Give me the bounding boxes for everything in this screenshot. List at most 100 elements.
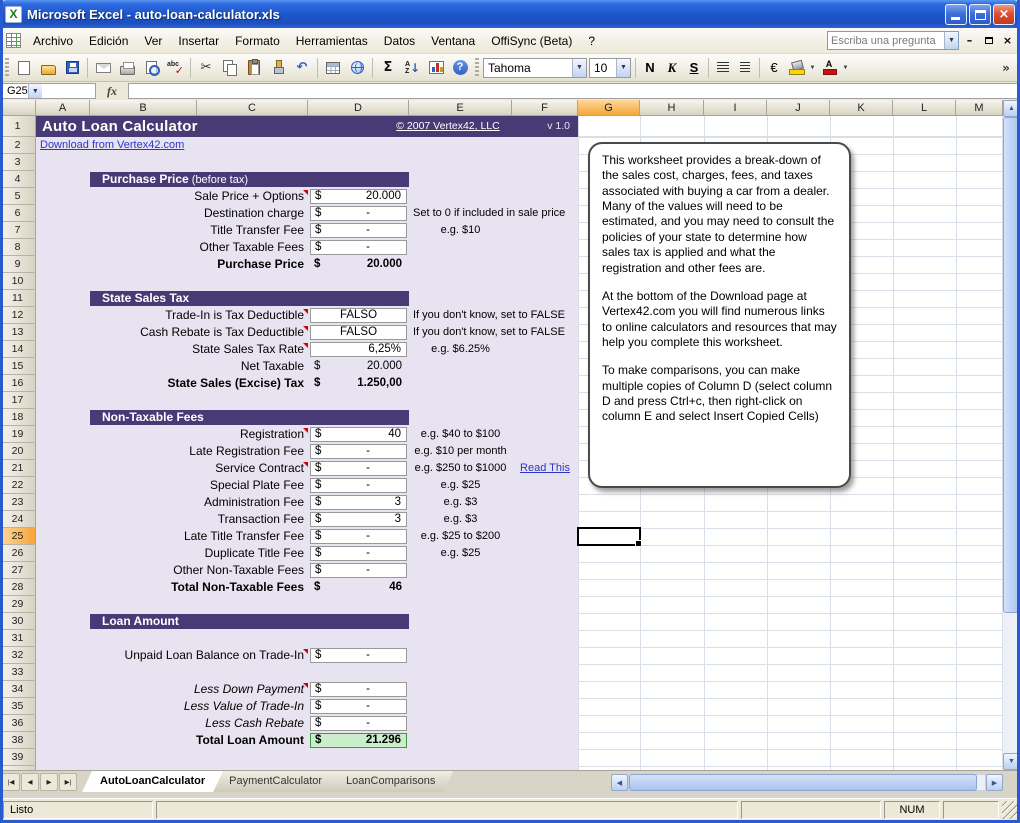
row-header-9[interactable]: 9 — [0, 256, 36, 273]
sale-price-options-input[interactable]: $20.000 — [310, 189, 407, 204]
scroll-up-button[interactable]: ▲ — [1003, 100, 1020, 117]
row-header-28[interactable]: 28 — [0, 579, 36, 596]
vertical-scroll-thumb[interactable] — [1003, 117, 1020, 613]
insert-function-button[interactable]: fx — [99, 83, 125, 99]
menu-insertar[interactable]: Insertar — [170, 30, 227, 52]
menu-datos[interactable]: Datos — [376, 30, 423, 52]
column-header-L[interactable]: L — [893, 100, 956, 116]
total-loan-amount-input[interactable]: $21.296 — [310, 733, 407, 748]
autosum-button[interactable] — [376, 56, 400, 80]
row-header-19[interactable]: 19 — [0, 426, 36, 443]
font-name-dropdown-icon[interactable]: ▼ — [572, 59, 586, 77]
special-plate-fee-input[interactable]: $- — [310, 478, 407, 493]
sheet-tab-autoloancalculator[interactable]: AutoLoanCalculator — [82, 771, 223, 792]
standard-toolbar-grip[interactable] — [5, 58, 9, 78]
copyright-link[interactable]: © 2007 Vertex42, LLC — [386, 116, 510, 137]
name-box[interactable]: G25 ▼ — [2, 83, 96, 99]
horizontal-scroll-thumb[interactable] — [629, 774, 977, 791]
column-header-C[interactable]: C — [197, 100, 308, 116]
row-header-20[interactable]: 20 — [0, 443, 36, 460]
help-button[interactable] — [448, 56, 472, 80]
column-header-K[interactable]: K — [830, 100, 893, 116]
column-header-G[interactable]: G — [578, 100, 640, 116]
print-button[interactable] — [115, 56, 139, 80]
select-all-corner[interactable] — [0, 100, 36, 116]
last-sheet-button[interactable]: ▶| — [59, 773, 77, 791]
toolbar-options-button[interactable]: » — [994, 56, 1018, 80]
row-header-11[interactable]: 11 — [0, 290, 36, 307]
open-folder-button[interactable] — [36, 56, 60, 80]
row-header-17[interactable]: 17 — [0, 392, 36, 409]
row-header-1[interactable]: 1 — [0, 116, 36, 137]
column-header-A[interactable]: A — [36, 100, 90, 116]
row-header-25[interactable]: 25 — [0, 528, 36, 545]
menu-offisync-beta[interactable]: OffiSync (Beta) — [483, 30, 580, 52]
sheet-tab-loancomparisons[interactable]: LoanComparisons — [328, 771, 453, 792]
fill-color-dropdown-icon[interactable]: ▼ — [807, 57, 818, 79]
fill-color-button[interactable] — [785, 57, 807, 79]
menu-herramientas[interactable]: Herramientas — [288, 30, 376, 52]
minimize-button[interactable] — [945, 4, 967, 25]
vertical-scroll-track[interactable] — [1003, 117, 1020, 753]
duplicate-title-fee-input[interactable]: $- — [310, 546, 407, 561]
service-contract-input[interactable]: $- — [310, 461, 407, 476]
font-size-dropdown-icon[interactable]: ▼ — [616, 59, 630, 77]
chart-wizard-button[interactable] — [424, 56, 448, 80]
administration-fee-input[interactable]: $3 — [310, 495, 407, 510]
new-document-button[interactable] — [12, 56, 36, 80]
column-header-J[interactable]: J — [767, 100, 830, 116]
font-color-button[interactable]: A — [818, 57, 840, 79]
format-painter-button[interactable] — [266, 56, 290, 80]
column-header-E[interactable]: E — [409, 100, 512, 116]
close-button[interactable]: × — [993, 4, 1015, 25]
horizontal-scroll-track[interactable] — [628, 774, 986, 791]
cash-rebate-is-tax-deductible-input[interactable]: FALSO — [310, 325, 407, 340]
menu-formato[interactable]: Formato — [227, 30, 288, 52]
row-header-26[interactable]: 26 — [0, 545, 36, 562]
destination-charge-input[interactable]: $- — [310, 206, 407, 221]
align-center-button[interactable] — [734, 57, 756, 79]
row-header-22[interactable]: 22 — [0, 477, 36, 494]
euro-style-button[interactable]: € — [763, 57, 785, 79]
row-header-12[interactable]: 12 — [0, 307, 36, 324]
selected-cell-G25[interactable] — [577, 527, 641, 546]
italic-button[interactable]: K — [661, 57, 683, 79]
other-taxable-fees-input[interactable]: $- — [310, 240, 407, 255]
name-box-dropdown-icon[interactable]: ▼ — [28, 84, 42, 98]
registration-input[interactable]: $40 — [310, 427, 407, 442]
row-header-39[interactable]: 39 — [0, 749, 36, 766]
row-header-34[interactable]: 34 — [0, 681, 36, 698]
menu-edici-n[interactable]: Edición — [81, 30, 136, 52]
copy-button[interactable] — [218, 56, 242, 80]
question-dropdown-icon[interactable]: ▼ — [944, 32, 958, 49]
spelling-button[interactable] — [163, 56, 187, 80]
row-header-3[interactable]: 3 — [0, 154, 36, 171]
save-button[interactable] — [60, 56, 84, 80]
row-header-13[interactable]: 13 — [0, 324, 36, 341]
font-name-select[interactable]: Tahoma ▼ — [483, 58, 587, 78]
menu-[interactable]: ? — [580, 30, 603, 52]
font-color-dropdown-icon[interactable]: ▼ — [840, 57, 851, 79]
less-value-of-trade-in-input[interactable]: $- — [310, 699, 407, 714]
workbook-close-button[interactable]: × — [999, 33, 1016, 49]
other-non-taxable-fees-input[interactable]: $- — [310, 563, 407, 578]
scroll-left-button[interactable]: ◀ — [611, 774, 628, 791]
workbook-restore-button[interactable] — [980, 33, 997, 49]
download-link[interactable]: Download from Vertex42.com — [40, 137, 184, 154]
next-sheet-button[interactable]: ▶ — [40, 773, 58, 791]
worksheet-grid[interactable]: Auto Loan Calculator© 2007 Vertex42, LLC… — [36, 116, 1003, 770]
row-header-2[interactable]: 2 — [0, 137, 36, 154]
row-header-29[interactable]: 29 — [0, 596, 36, 613]
email-button[interactable] — [91, 56, 115, 80]
column-header-B[interactable]: B — [90, 100, 197, 116]
row-header-31[interactable]: 31 — [0, 630, 36, 647]
row-header-15[interactable]: 15 — [0, 358, 36, 375]
paste-button[interactable] — [242, 56, 266, 80]
menu-ventana[interactable]: Ventana — [423, 30, 483, 52]
transaction-fee-input[interactable]: $3 — [310, 512, 407, 527]
vertical-scrollbar[interactable]: ▲ ▼ — [1003, 100, 1020, 770]
title-bar[interactable]: X Microsoft Excel - auto-loan-calculator… — [0, 0, 1020, 28]
row-header-36[interactable]: 36 — [0, 715, 36, 732]
sheet-tab-paymentcalculator[interactable]: PaymentCalculator — [211, 771, 340, 792]
scroll-down-button[interactable]: ▼ — [1003, 753, 1020, 770]
